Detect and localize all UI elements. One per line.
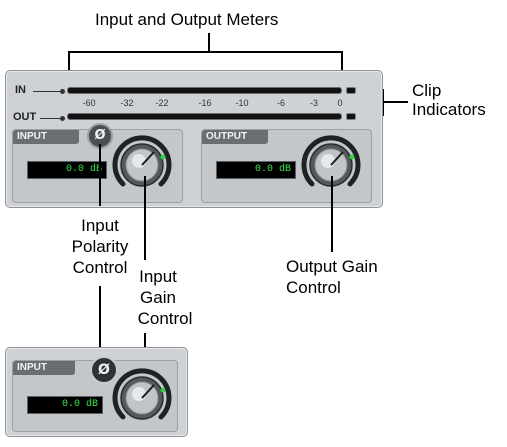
out-wire-dot — [60, 116, 65, 121]
out-label: OUT — [13, 111, 37, 123]
input-meter — [67, 87, 342, 94]
meters-bracket-bar — [68, 51, 343, 53]
meters-callout: Input and Output Meters — [95, 10, 279, 29]
clip-callout-line1: Clip — [412, 81, 442, 100]
polarity-callout-line1: Input — [81, 216, 119, 235]
output-gain-callout-line2: Control — [286, 278, 341, 297]
input-gain-knob[interactable] — [110, 131, 174, 195]
output-gain-callout-line1: Output Gain — [286, 257, 378, 276]
scale-tick: -22 — [155, 98, 169, 108]
polarity-callout-line2: Polarity — [71, 237, 129, 256]
meters-bracket-stem — [208, 33, 210, 53]
input-detail-panel: INPUT 0.0 dB Ø — [5, 347, 188, 437]
output-tab: OUTPUT — [202, 130, 268, 144]
input-clip-indicator[interactable] — [346, 87, 356, 94]
out-wire — [40, 118, 62, 119]
scale-tick: -32 — [120, 98, 134, 108]
scale-tick: -60 — [82, 98, 96, 108]
scale-tick: -6 — [276, 98, 286, 108]
detail-input-gain-readout[interactable]: 0.0 dB — [27, 396, 103, 414]
clip-bracket-stem — [382, 101, 408, 103]
output-clip-indicator[interactable] — [346, 113, 356, 120]
scale-tick: -10 — [235, 98, 249, 108]
detail-input-gain-knob[interactable] — [110, 364, 174, 428]
output-gain-readout[interactable]: 0.0 dB — [216, 161, 296, 179]
output-gain-leader — [331, 176, 333, 252]
scale-tick: 0 — [337, 98, 343, 108]
input-gain-readout[interactable]: 0.0 dB — [27, 161, 107, 179]
input-tab: INPUT — [13, 130, 79, 144]
plugin-panel: IN OUT -60 -32 -22 -16 -10 -6 -3 0 INPUT… — [5, 70, 383, 208]
in-wire-dot — [60, 89, 65, 94]
input-gain-callout-line1: Input — [139, 267, 177, 286]
input-gain-callout-line2: Gain — [140, 288, 176, 307]
detail-input-tab: INPUT — [13, 361, 75, 375]
clip-callout-line2: Indicators — [412, 100, 486, 119]
input-gain-callout-line3: Control — [137, 309, 193, 328]
polarity-leader-top — [99, 144, 101, 206]
in-label: IN — [15, 84, 26, 96]
in-wire — [33, 91, 62, 92]
scale-tick: -3 — [309, 98, 319, 108]
input-gain-leader-top — [144, 176, 146, 260]
scale-tick: -16 — [198, 98, 212, 108]
output-meter — [67, 113, 342, 120]
